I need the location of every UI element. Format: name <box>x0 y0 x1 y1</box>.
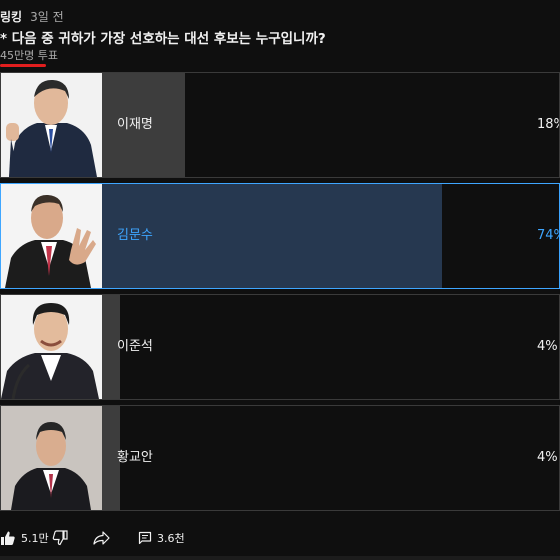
post-time[interactable]: 3일 전 <box>30 10 64 24</box>
vote-percent: 4% <box>537 450 558 465</box>
like-button[interactable]: 5.1만 <box>0 526 49 550</box>
result-bar <box>102 184 442 288</box>
share-button[interactable] <box>93 526 110 550</box>
thumbs-down-icon <box>52 530 68 546</box>
poll-option[interactable]: 황교안 4% <box>0 405 560 511</box>
candidate-name: 황교안 <box>117 450 153 465</box>
vote-count: 45만명 투표 <box>0 49 58 62</box>
poll-option[interactable]: 이재명 18% <box>0 72 560 178</box>
dislike-button[interactable] <box>52 526 68 550</box>
candidate-photo <box>1 184 102 288</box>
comment-count: 3.6천 <box>157 532 185 545</box>
candidate-name: 이준석 <box>117 339 153 354</box>
post-meta: 링킹 3일 전 <box>0 8 64 25</box>
poll-options: 이재명 18% 김문수 74% <box>0 72 560 516</box>
vote-percent: 74% <box>537 228 559 243</box>
bottom-divider <box>0 556 560 560</box>
poll-option[interactable]: 이준석 4% <box>0 294 560 400</box>
like-count: 5.1만 <box>21 532 49 545</box>
comment-icon <box>138 531 152 545</box>
candidate-name: 김문수 <box>117 228 153 243</box>
poll-option[interactable]: 김문수 74% <box>0 183 560 289</box>
annotation-underline <box>0 64 46 67</box>
vote-percent: 4% <box>537 339 558 354</box>
share-icon <box>93 530 110 546</box>
candidate-photo <box>1 73 102 177</box>
comments-button[interactable]: 3.6천 <box>138 526 185 550</box>
candidate-photo <box>1 406 102 510</box>
post-header: 링킹 3일 전 * 다음 중 귀하가 가장 선호하는 대선 후보는 누구입니까? … <box>0 0 560 72</box>
vote-percent: 18% <box>537 117 559 132</box>
action-bar: 5.1만 3.6천 <box>0 520 560 556</box>
thumbs-up-icon <box>0 530 16 546</box>
candidate-name: 이재명 <box>117 117 153 132</box>
poll-question: * 다음 중 귀하가 가장 선호하는 대선 후보는 누구입니까? <box>0 31 326 47</box>
candidate-photo <box>1 295 102 399</box>
channel-name[interactable]: 링킹 <box>0 10 22 24</box>
